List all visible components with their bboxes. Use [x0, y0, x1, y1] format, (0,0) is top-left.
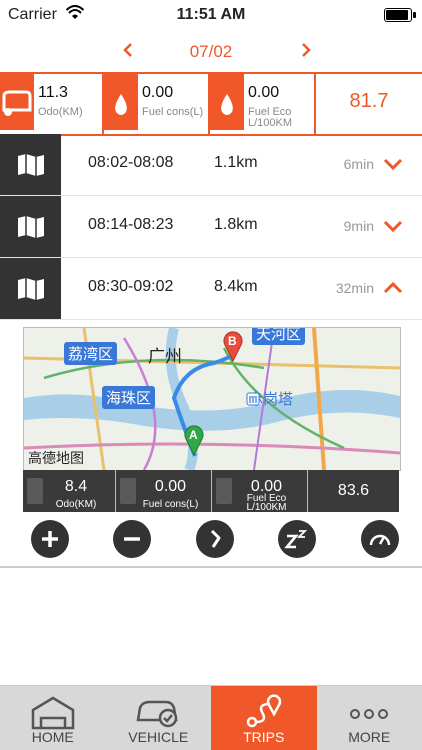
sleep-zzz-icon [284, 530, 308, 549]
trip-row[interactable]: 08:14-08:23 1.8km 9min [0, 196, 422, 258]
detail-odo-label: Odo(KM) [55, 499, 97, 510]
more-dots-icon [350, 709, 389, 719]
trip-map[interactable]: 荔湾区 广州 海珠区 赤岗塔 天河区 高德地图 A B [23, 327, 401, 471]
map-book-icon[interactable] [0, 196, 61, 257]
zoom-out-button[interactable] [113, 520, 151, 558]
map-book-icon[interactable] [0, 258, 61, 319]
detail-fuel-eco: 0.00 Fuel Eco L/100KM [212, 470, 308, 513]
map-label: 荔湾区 [64, 342, 118, 365]
end-pin-label: B [228, 334, 237, 348]
chevron-down-icon[interactable] [382, 154, 404, 174]
divider [0, 566, 422, 568]
chevron-right-icon [302, 43, 311, 57]
tab-more[interactable]: MORE [317, 686, 422, 750]
tab-trips[interactable]: TRIPS [211, 686, 317, 750]
current-date[interactable]: 07/02 [0, 42, 422, 62]
trip-time-range: 08:14-08:23 [88, 216, 174, 233]
fuel-eco-value: 0.00 [248, 84, 280, 101]
map-label: 海珠区 [102, 386, 156, 409]
detail-fuel-cons-label: Fuel cons(L) [142, 499, 199, 510]
trip-detail-stats: 8.4 Odo(KM) 0.00 Fuel cons(L) 0.00 Fuel … [23, 470, 399, 513]
detail-fuel-cons: 0.00 Fuel cons(L) [116, 470, 212, 512]
zoom-in-button[interactable] [31, 520, 69, 558]
daily-summary: 11.3 Odo(KM) 0.00 Fuel cons(L) 0.00 Fuel… [0, 72, 422, 136]
fuel-drop-icon [210, 74, 244, 130]
trip-distance: 8.4km [214, 278, 258, 295]
status-bar: Carrier 11:51 AM [0, 0, 422, 30]
landmark-icon [246, 392, 260, 406]
tab-label: VEHICLE [128, 729, 189, 745]
minus-icon [124, 537, 140, 541]
chevron-down-icon[interactable] [382, 216, 404, 236]
summary-fuel-eco: 0.00 Fuel Eco L/100KM [210, 74, 316, 134]
speed-button[interactable] [361, 520, 399, 558]
idle-button[interactable] [278, 520, 316, 558]
date-navigation: 07/02 [0, 36, 422, 66]
tab-vehicle[interactable]: VEHICLE [106, 686, 212, 750]
route-button[interactable] [196, 520, 234, 558]
fuel-cons-value: 0.00 [142, 84, 174, 101]
map-label: 广州 [148, 347, 182, 366]
map-book-icon[interactable] [0, 134, 61, 195]
summary-score: 81.7 [316, 74, 422, 134]
garage-icon [31, 696, 74, 730]
route-turn-icon [210, 529, 221, 548]
chevron-up-icon[interactable] [382, 278, 404, 298]
odo-label: Odo(KM) [38, 106, 83, 118]
odometer-icon [0, 74, 34, 130]
summary-fuel-cons: 0.00 Fuel cons(L) [104, 74, 210, 134]
tab-bar: HOME VEHICLE TRIPS MORE [0, 685, 422, 750]
map-label: 天河区 [252, 328, 306, 345]
car-check-icon [136, 700, 178, 728]
trip-row[interactable]: 08:30-09:02 8.4km 32min [0, 258, 422, 320]
detail-score-value: 83.6 [337, 482, 370, 499]
trip-distance: 1.1km [214, 154, 258, 171]
detail-score: 83.6 [308, 470, 399, 512]
trip-time-range: 08:02-08:08 [88, 154, 174, 171]
trip-duration: 9min [343, 218, 374, 234]
route-icon [246, 694, 281, 728]
odo-value: 11.3 [38, 84, 68, 101]
tab-home[interactable]: HOME [0, 686, 106, 750]
tab-label: HOME [31, 729, 74, 745]
detail-fuel-cons-value: 0.00 [154, 478, 187, 495]
score-value: 81.7 [349, 90, 389, 112]
next-day-button[interactable] [296, 40, 316, 60]
trip-duration: 6min [343, 156, 374, 172]
fuel-eco-label: Fuel Eco L/100KM [248, 106, 293, 129]
speedometer-icon [369, 534, 391, 546]
summary-odo: 11.3 Odo(KM) [0, 74, 104, 134]
trip-time-range: 08:30-09:02 [88, 278, 174, 295]
tab-label: TRIPS [243, 729, 285, 745]
trip-action-bar [0, 520, 422, 564]
battery-icon [384, 8, 416, 22]
map-attribution: 高德地图 [28, 450, 84, 466]
tab-label: MORE [348, 729, 391, 745]
trip-row[interactable]: 08:02-08:08 1.1km 6min [0, 134, 422, 196]
fuel-cons-label: Fuel cons(L) [142, 106, 204, 118]
detail-fuel-eco-label: Fuel Eco L/100KM [246, 493, 287, 513]
clock: 11:51 AM [176, 6, 246, 23]
trip-duration: 32min [335, 280, 374, 296]
detail-odo-value: 8.4 [64, 478, 88, 495]
detail-odo: 8.4 Odo(KM) [23, 470, 116, 512]
fuel-can-icon [104, 74, 138, 130]
start-pin-label: A [189, 428, 198, 442]
plus-icon [42, 531, 58, 547]
trip-distance: 1.8km [214, 216, 258, 233]
